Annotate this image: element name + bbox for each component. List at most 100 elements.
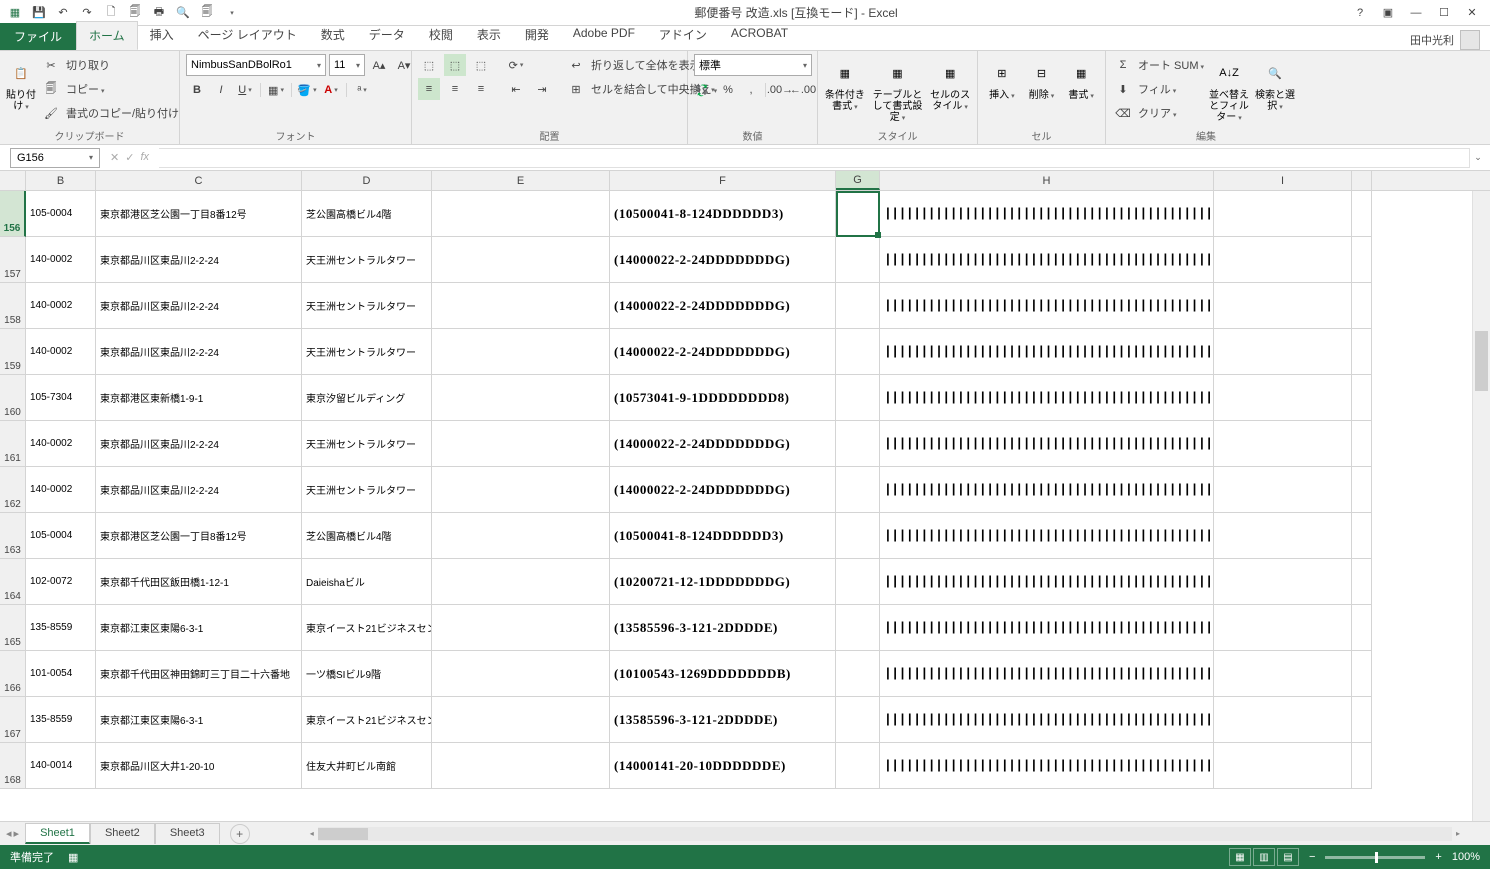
align-left-icon[interactable]: ≡: [418, 78, 440, 100]
hscroll-thumb[interactable]: [318, 828, 368, 840]
font-color-button[interactable]: A: [320, 79, 342, 101]
cell[interactable]: 東京都江東区東陽6-3-1: [96, 697, 302, 743]
tab-ページ レイアウト[interactable]: ページ レイアウト: [186, 21, 309, 50]
cell[interactable]: ||||||||||||||||||||||||||||||||||||||||…: [880, 467, 1214, 513]
cell[interactable]: [1214, 467, 1352, 513]
cell[interactable]: (14000022-2-24DDDDDDDG): [610, 237, 836, 283]
cell[interactable]: 芝公園高橋ビル4階: [302, 191, 432, 237]
row-header[interactable]: 156: [0, 191, 26, 237]
cell[interactable]: [1352, 743, 1372, 789]
cell[interactable]: ||||||||||||||||||||||||||||||||||||||||…: [880, 283, 1214, 329]
name-box[interactable]: G156▾: [10, 148, 100, 168]
copy-button[interactable]: 🗐コピー: [40, 78, 179, 100]
cell[interactable]: ||||||||||||||||||||||||||||||||||||||||…: [880, 237, 1214, 283]
save-icon[interactable]: 💾: [28, 2, 50, 24]
cell[interactable]: 天王洲セントラルタワー: [302, 421, 432, 467]
cell[interactable]: 東京都品川区大井1-20-10: [96, 743, 302, 789]
cell[interactable]: 東京都港区芝公園一丁目8番12号: [96, 513, 302, 559]
row-header[interactable]: 163: [0, 513, 26, 559]
cell[interactable]: [1214, 605, 1352, 651]
col-header-H[interactable]: H: [880, 171, 1214, 190]
cell[interactable]: 135-8559: [26, 697, 96, 743]
cell[interactable]: [432, 467, 610, 513]
help-icon[interactable]: ?: [1350, 3, 1370, 23]
cell[interactable]: [1352, 283, 1372, 329]
font-size-combo[interactable]: 11▾: [329, 54, 365, 76]
cell[interactable]: 140-0002: [26, 421, 96, 467]
cell[interactable]: ||||||||||||||||||||||||||||||||||||||||…: [880, 191, 1214, 237]
tab-校閲[interactable]: 校閲: [417, 21, 465, 50]
comma-format-icon[interactable]: ,: [740, 79, 762, 101]
cell[interactable]: ||||||||||||||||||||||||||||||||||||||||…: [880, 421, 1214, 467]
cell[interactable]: 東京都品川区東品川2-2-24: [96, 421, 302, 467]
cell[interactable]: ||||||||||||||||||||||||||||||||||||||||…: [880, 651, 1214, 697]
delete-cells-button[interactable]: ⊟削除: [1024, 54, 1060, 101]
cell[interactable]: ||||||||||||||||||||||||||||||||||||||||…: [880, 513, 1214, 559]
col-header-I[interactable]: I: [1214, 171, 1352, 190]
cell[interactable]: (10500041-8-124DDDDDD3): [610, 191, 836, 237]
new-sheet-button[interactable]: +: [230, 824, 250, 844]
row-header[interactable]: 157: [0, 237, 26, 283]
zoom-in-icon[interactable]: +: [1435, 851, 1441, 863]
fill-button[interactable]: ⬇フィル: [1112, 78, 1204, 100]
row-header[interactable]: 159: [0, 329, 26, 375]
cell[interactable]: [1352, 651, 1372, 697]
cell-styles-button[interactable]: ▦セルのスタイル: [929, 54, 971, 112]
format-table-button[interactable]: ▦テーブルとして書式設定: [870, 54, 926, 123]
align-top-icon[interactable]: ⬚: [418, 54, 440, 76]
percent-format-icon[interactable]: %: [717, 79, 739, 101]
cell[interactable]: [1352, 329, 1372, 375]
cell[interactable]: [836, 513, 880, 559]
cell[interactable]: 東京都港区芝公園一丁目8番12号: [96, 191, 302, 237]
tab-ACROBAT[interactable]: ACROBAT: [719, 21, 800, 50]
cell[interactable]: ||||||||||||||||||||||||||||||||||||||||…: [880, 605, 1214, 651]
cell[interactable]: 天王洲セントラルタワー: [302, 467, 432, 513]
macro-record-icon[interactable]: ▦: [68, 851, 78, 864]
cell[interactable]: [1352, 605, 1372, 651]
cell[interactable]: 東京都品川区東品川2-2-24: [96, 329, 302, 375]
maximize-icon[interactable]: ☐: [1434, 3, 1454, 23]
sheet-nav-last-icon[interactable]: ▸: [14, 827, 20, 840]
cell[interactable]: [1214, 513, 1352, 559]
cell[interactable]: 東京都港区東新橋1-9-1: [96, 375, 302, 421]
cell[interactable]: 東京都千代田区神田錦町三丁目二十六番地: [96, 651, 302, 697]
cell[interactable]: [836, 467, 880, 513]
horizontal-scrollbar[interactable]: [310, 827, 1460, 841]
bold-button[interactable]: B: [186, 79, 208, 101]
cell[interactable]: 芝公園高橋ビル4階: [302, 513, 432, 559]
cell[interactable]: [432, 513, 610, 559]
cell[interactable]: ||||||||||||||||||||||||||||||||||||||||…: [880, 375, 1214, 421]
accounting-format-icon[interactable]: 💱: [694, 79, 716, 101]
cell[interactable]: [1214, 283, 1352, 329]
sheet-tab-Sheet1[interactable]: Sheet1: [25, 823, 90, 844]
cell[interactable]: ||||||||||||||||||||||||||||||||||||||||…: [880, 697, 1214, 743]
cell[interactable]: [432, 191, 610, 237]
cell[interactable]: 102-0072: [26, 559, 96, 605]
cell[interactable]: 一ツ橋SIビル9階: [302, 651, 432, 697]
clear-button[interactable]: ⌫クリア: [1112, 102, 1204, 124]
cell[interactable]: [836, 283, 880, 329]
vertical-scrollbar[interactable]: [1472, 191, 1490, 821]
cell[interactable]: 天王洲セントラルタワー: [302, 329, 432, 375]
cell[interactable]: [836, 559, 880, 605]
sheet-tab-Sheet3[interactable]: Sheet3: [155, 823, 220, 844]
increase-font-icon[interactable]: A▴: [368, 54, 390, 76]
phonetic-button[interactable]: ᵃ: [351, 79, 373, 101]
row-header[interactable]: 165: [0, 605, 26, 651]
cell[interactable]: [1352, 513, 1372, 559]
align-middle-icon[interactable]: ⬚: [444, 54, 466, 76]
col-header-F[interactable]: F: [610, 171, 836, 190]
cell[interactable]: [836, 329, 880, 375]
sheet-tab-Sheet2[interactable]: Sheet2: [90, 823, 155, 844]
cell[interactable]: (14000022-2-24DDDDDDDG): [610, 283, 836, 329]
cell[interactable]: 140-0002: [26, 283, 96, 329]
conditional-fmt-button[interactable]: ▦条件付き書式: [824, 54, 866, 112]
cell[interactable]: 東京イースト21ビジネスセンター2F: [302, 605, 432, 651]
cell[interactable]: [1214, 375, 1352, 421]
indent-increase-icon[interactable]: ⇥: [531, 78, 553, 100]
grid-body[interactable]: 156105-0004東京都港区芝公園一丁目8番12号芝公園高橋ビル4階(105…: [0, 191, 1490, 821]
row-header[interactable]: 162: [0, 467, 26, 513]
tab-データ[interactable]: データ: [357, 21, 417, 50]
cancel-formula-icon[interactable]: ✕: [110, 151, 119, 164]
zoom-slider[interactable]: [1325, 856, 1425, 859]
